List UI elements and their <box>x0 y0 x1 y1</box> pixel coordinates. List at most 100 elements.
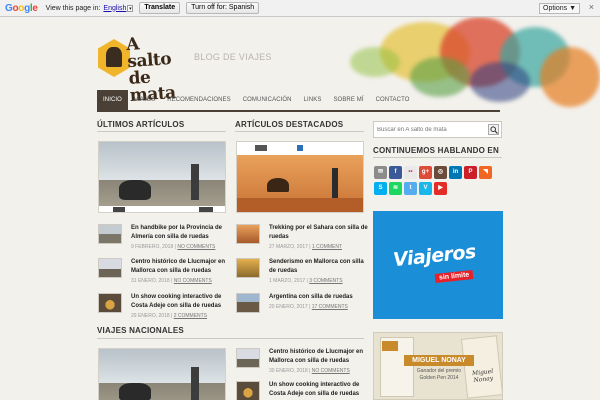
vimeo-icon[interactable]: V <box>419 182 432 195</box>
linkedin-icon[interactable]: in <box>449 166 462 179</box>
search-input[interactable] <box>377 124 487 135</box>
nav-item-viajes[interactable]: VIAJES <box>128 90 161 110</box>
list-item[interactable]: Centro histórico de Llucmajor en Mallorc… <box>236 348 368 378</box>
turn-off-button[interactable]: Turn off for: Spanish <box>186 2 260 14</box>
section-title-national: VIAJES NACIONALES <box>97 326 184 335</box>
post-meta: 1 MARZO, 2017 | 3 COMMENTS <box>269 278 343 284</box>
book-caption: Ganador del premio <box>416 368 462 374</box>
section-rule <box>97 338 364 339</box>
nav-item-recomendaciones[interactable]: RECOMENDACIONES <box>161 90 237 110</box>
national-featured-image[interactable] <box>98 348 226 400</box>
nav-divider <box>97 110 500 112</box>
comments-link[interactable]: 1 COMMENT <box>312 244 342 250</box>
post-meta: 9 FEBRERO, 2018 | NO COMMENTS <box>131 244 216 250</box>
skype-icon[interactable]: S <box>374 182 387 195</box>
list-item[interactable]: Un show cooking interactivo de Costa Ade… <box>236 381 368 400</box>
comments-link[interactable]: NO COMMENTS <box>174 278 212 284</box>
post-title[interactable]: Un show cooking interactivo de Costa Ade… <box>131 293 231 311</box>
post-date: 31 ENERO, 2018 <box>131 278 170 284</box>
search-button[interactable] <box>488 124 499 135</box>
main-nav: INICIO VIAJES RECOMENDACIONES COMUNICACI… <box>97 90 416 110</box>
post-meta: 20 ENERO, 2017 | 17 COMMENTS <box>269 304 348 310</box>
post-meta: 29 ENERO, 2018 | 2 COMMENTS <box>131 313 208 319</box>
email-icon[interactable]: ✉ <box>374 166 387 179</box>
google-logo: Google <box>5 3 38 14</box>
nav-item-comunicacion[interactable]: COMUNICACIÓN <box>237 90 298 110</box>
select-arrow-icon[interactable]: ▾ <box>127 4 134 12</box>
section-title-social: CONTINUEMOS HABLANDO EN <box>373 146 499 155</box>
list-item[interactable]: Trekking por el Sahara con silla de rued… <box>236 224 368 254</box>
featured-main-image[interactable] <box>236 141 364 213</box>
site-tagline: BLOG DE VIAJES <box>194 52 272 62</box>
search-box <box>373 121 502 138</box>
post-date: 1 MARZO, 2017 <box>269 278 306 284</box>
pinterest-icon[interactable]: P <box>464 166 477 179</box>
site-logo[interactable]: A salto de mata <box>98 33 188 106</box>
latest-featured-image[interactable] <box>98 141 226 213</box>
post-thumbnail[interactable] <box>236 293 260 313</box>
comments-link[interactable]: NO COMMENTS <box>312 368 350 374</box>
youtube-icon[interactable]: ▶ <box>434 182 447 195</box>
post-thumbnail[interactable] <box>236 258 260 278</box>
post-date: 30 ENERO, 2018 <box>269 368 308 374</box>
google-plus-icon[interactable]: g+ <box>419 166 432 179</box>
spotify-icon[interactable]: ≋ <box>389 182 402 195</box>
translate-button[interactable]: Translate <box>139 2 181 14</box>
section-title-latest: ÚLTIMOS ARTÍCULOS <box>97 120 185 129</box>
viajeros-sin-limite-banner[interactable]: Viajeros sin límite <box>373 211 503 319</box>
nav-item-links[interactable]: LINKS <box>298 90 328 110</box>
post-thumbnail[interactable] <box>98 224 122 244</box>
section-rule <box>235 131 364 132</box>
book-ad[interactable]: MIGUEL NONAY Ganador del premio Golden P… <box>373 332 503 400</box>
logo-text-line: A salto <box>125 34 172 73</box>
post-title[interactable]: Senderismo en Mallorca con silla de rued… <box>269 258 369 276</box>
book-author: MIGUEL NONAY <box>404 355 474 366</box>
post-thumbnail[interactable] <box>98 258 122 278</box>
translate-bar: Google View this page in: English ▾ Tran… <box>0 0 600 17</box>
google-letter: e <box>32 2 38 14</box>
post-date: 27 MARZO, 2017 <box>269 244 308 250</box>
post-thumbnail[interactable] <box>236 381 260 400</box>
list-item[interactable]: Centro histórico de Llucmajor en Mallorc… <box>98 258 230 288</box>
book-caption: Golden Pen 2014 <box>419 375 459 381</box>
post-date: 9 FEBRERO, 2018 <box>131 244 174 250</box>
post-title[interactable]: En handbike por la Provincia de Almería … <box>131 224 231 242</box>
flickr-icon[interactable]: •• <box>404 166 417 179</box>
list-item[interactable]: Senderismo en Mallorca con silla de rued… <box>236 258 368 288</box>
comments-link[interactable]: NO COMMENTS <box>177 244 215 250</box>
post-title[interactable]: Argentina con silla de ruedas <box>269 293 369 302</box>
post-meta: 30 ENERO, 2018 | NO COMMENTS <box>269 368 350 374</box>
post-date: 29 ENERO, 2018 <box>131 313 170 319</box>
close-icon[interactable]: × <box>589 2 594 12</box>
social-icons: ✉ f •• g+ ◎ in P ◥ S ≋ t V ▶ <box>374 166 500 195</box>
list-item[interactable]: En handbike por la Provincia de Almería … <box>98 224 230 254</box>
nav-item-contacto[interactable]: CONTACTO <box>370 90 416 110</box>
post-title[interactable]: Un show cooking interactivo de Costa Ade… <box>269 381 369 399</box>
search-icon <box>490 126 498 134</box>
post-title[interactable]: Centro histórico de Llucmajor en Mallorc… <box>269 348 369 366</box>
options-button[interactable]: Options ▼ <box>539 3 580 14</box>
post-thumbnail[interactable] <box>98 293 122 313</box>
comments-link[interactable]: 17 COMMENTS <box>312 304 348 310</box>
nav-item-inicio[interactable]: INICIO <box>97 90 128 110</box>
section-rule <box>373 157 502 158</box>
section-rule <box>97 131 226 132</box>
nav-item-sobre-mi[interactable]: SOBRE MÍ <box>327 90 369 110</box>
post-thumbnail[interactable] <box>236 224 260 244</box>
list-item[interactable]: Un show cooking interactivo de Costa Ade… <box>98 293 230 323</box>
post-meta: 27 MARZO, 2017 | 1 COMMENT <box>269 244 342 250</box>
post-title[interactable]: Centro histórico de Llucmajor en Mallorc… <box>131 258 231 276</box>
view-page-label: View this page in: <box>45 4 101 12</box>
instagram-icon[interactable]: ◎ <box>434 166 447 179</box>
language-select[interactable]: English <box>103 5 126 12</box>
section-title-featured: ARTÍCULOS DESTACADOS <box>235 120 344 129</box>
twitter-icon[interactable]: t <box>404 182 417 195</box>
rss-icon[interactable]: ◥ <box>479 166 492 179</box>
post-title[interactable]: Trekking por el Sahara con silla de rued… <box>269 224 369 242</box>
list-item[interactable]: Argentina con silla de ruedas 20 ENERO, … <box>236 293 368 323</box>
facebook-icon[interactable]: f <box>389 166 402 179</box>
comments-link[interactable]: 3 COMMENTS <box>309 278 342 284</box>
post-thumbnail[interactable] <box>236 348 260 368</box>
comments-link[interactable]: 2 COMMENTS <box>174 313 207 319</box>
logo-figure-icon <box>106 47 122 67</box>
